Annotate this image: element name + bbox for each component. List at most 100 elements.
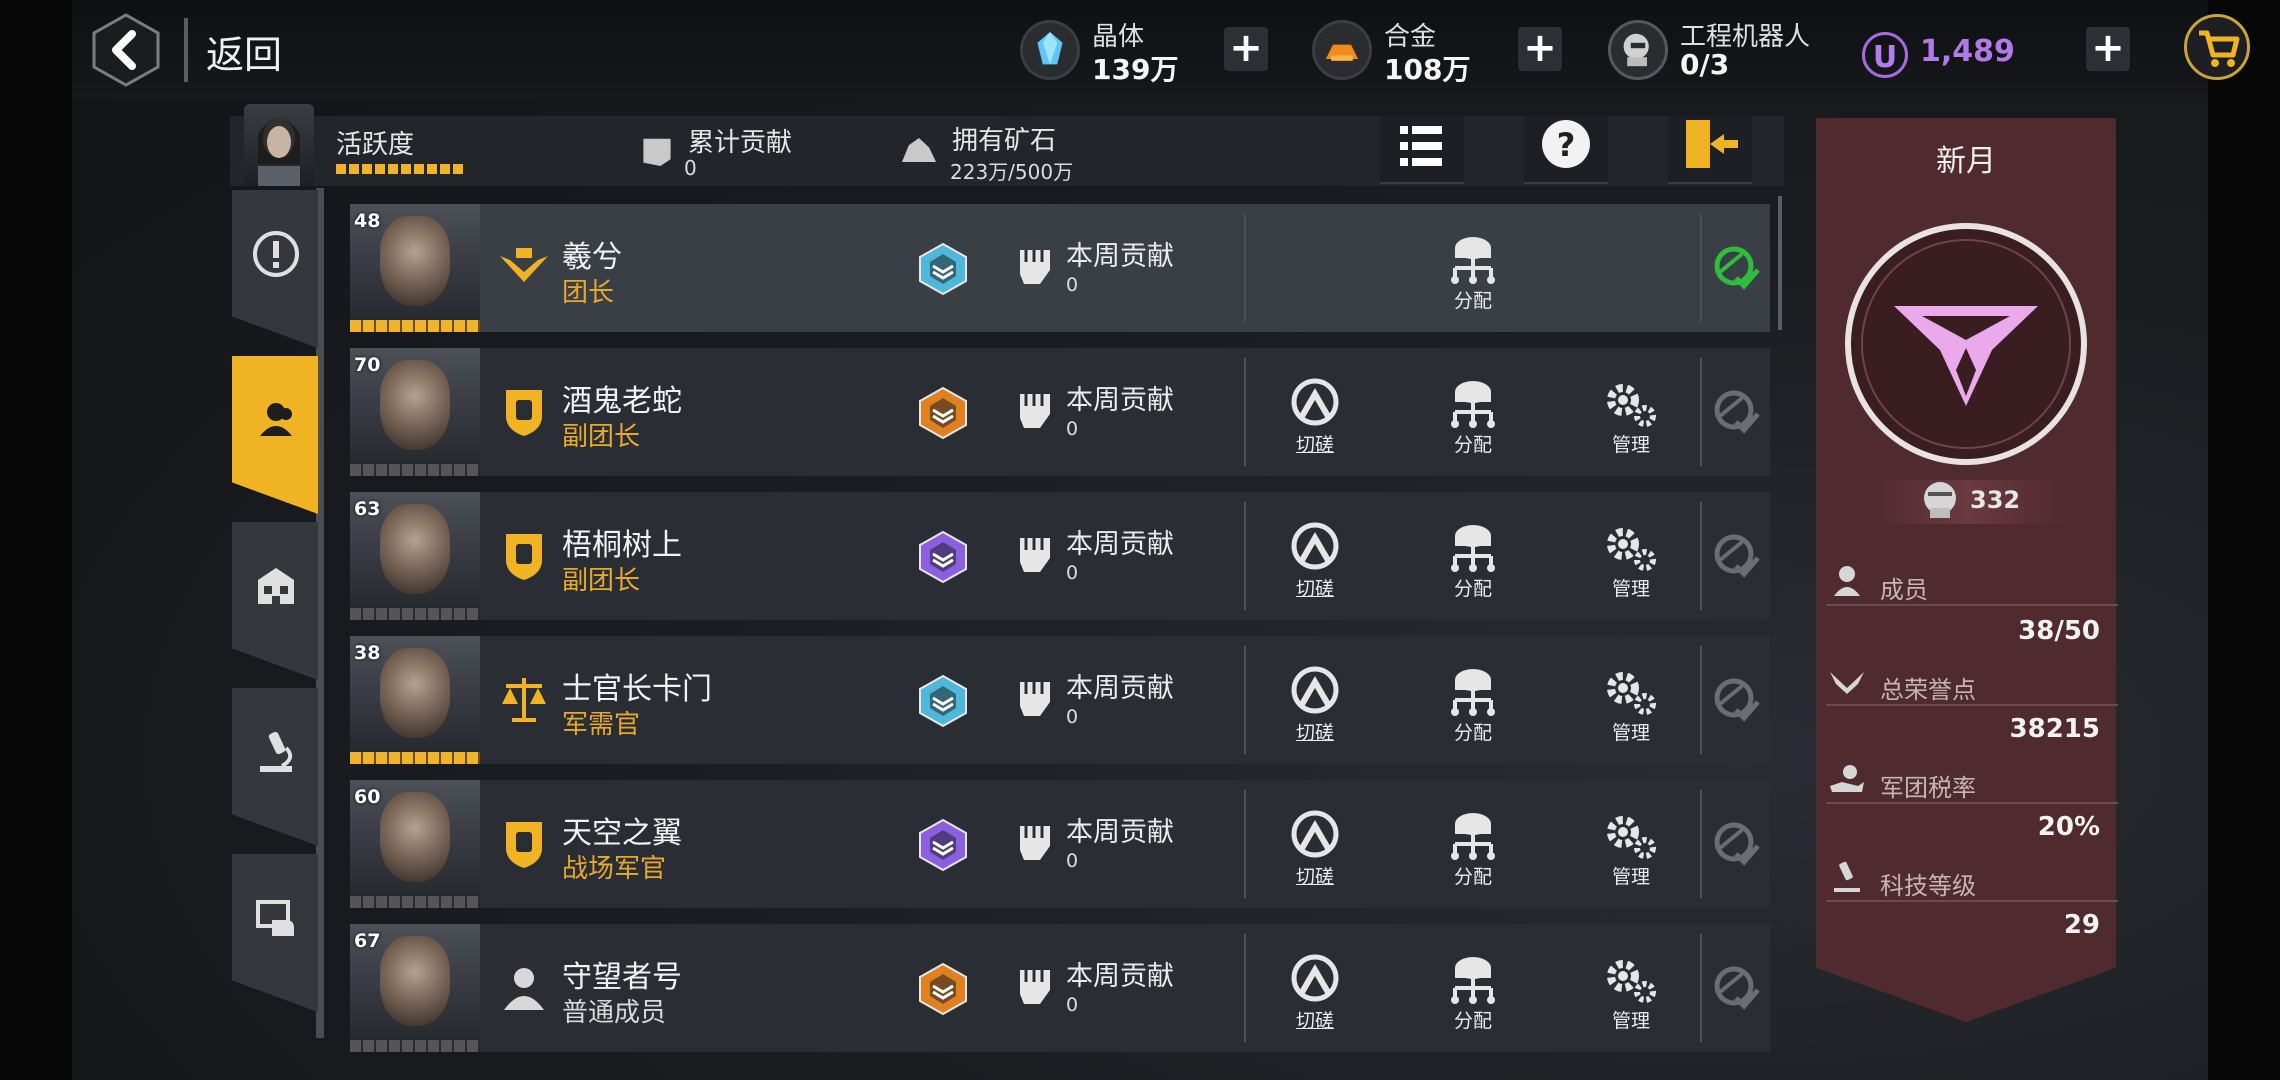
svg-text:?: ? — [1557, 126, 1576, 164]
rank-badge-icon — [919, 674, 967, 728]
legion-points-value: 332 — [1970, 486, 2021, 514]
divider — [1700, 646, 1702, 754]
member-level: 38 — [354, 642, 381, 664]
cart-icon — [2199, 30, 2240, 67]
member-portrait[interactable]: 38 — [350, 636, 480, 764]
weekly-contribution-value: 0 — [1066, 418, 1079, 440]
action-label: 切磋 — [1295, 578, 1334, 600]
member-portrait[interactable]: 48 — [350, 204, 480, 332]
premium-currency-value: 1,489 — [1920, 34, 2015, 69]
divider — [1244, 934, 1246, 1042]
legion-name: 新月 — [1936, 144, 1996, 179]
add-alloy-button[interactable]: + — [1518, 27, 1562, 71]
member-role: 普通成员 — [562, 998, 667, 1028]
back-button[interactable] — [88, 12, 164, 88]
online-status-icon — [1714, 390, 1760, 434]
resource-value: 139万 — [1092, 53, 1179, 86]
shield-star-icon — [506, 822, 542, 868]
member-level: 60 — [354, 786, 381, 808]
action-label: 分配 — [1453, 722, 1492, 744]
rank-badge-icon — [919, 818, 967, 872]
member-icon — [1828, 564, 1866, 598]
manage-button[interactable]: 管理 — [1586, 954, 1676, 1044]
divider — [1826, 604, 2118, 606]
allocate-button[interactable]: 分配 — [1428, 810, 1518, 900]
allocate-button[interactable]: 分配 — [1428, 666, 1518, 756]
portrait-face — [380, 936, 450, 1026]
spar-button[interactable]: 切磋 — [1270, 666, 1360, 756]
member-level: 48 — [354, 210, 381, 232]
action-label: 管理 — [1611, 1010, 1650, 1032]
rank-badge-icon — [919, 242, 967, 296]
help-button[interactable]: ? — [1524, 116, 1608, 184]
add-premium-button[interactable]: + — [2086, 27, 2130, 71]
stat-value: 38/50 — [2018, 616, 2100, 646]
member-level: 63 — [354, 498, 381, 520]
spar-button[interactable]: 切磋 — [1270, 378, 1360, 468]
member-name: 酒鬼老蛇 — [562, 384, 682, 419]
allocate-button[interactable]: 分配 — [1428, 234, 1518, 324]
member-portrait[interactable]: 70 — [350, 348, 480, 476]
exit-door-icon — [1686, 120, 1738, 168]
member-portrait[interactable]: 63 — [350, 492, 480, 620]
stat-label: 成员 — [1880, 576, 1928, 604]
list-view-button[interactable] — [1380, 116, 1464, 184]
manage-button[interactable]: 管理 — [1586, 378, 1676, 468]
member-level: 67 — [354, 930, 381, 952]
action-label: 分配 — [1453, 434, 1492, 456]
portrait-face — [380, 792, 450, 882]
action-label: 分配 — [1453, 866, 1492, 888]
total-contribution-label: 累计贡献 — [688, 128, 793, 158]
manage-button[interactable]: 管理 — [1586, 666, 1676, 756]
spar-button[interactable]: 切磋 — [1270, 954, 1360, 1044]
member-row[interactable]: 63 梧桐树上 副团长 本周贡献 0 切磋 分配 管理 — [350, 492, 1770, 620]
member-row[interactable]: 60 天空之翼 战场军官 本周贡献 0 切磋 分配 管理 — [350, 780, 1770, 908]
member-xp-bar — [350, 608, 480, 620]
allocate-button[interactable]: 分配 — [1428, 522, 1518, 612]
scrollbar[interactable] — [1778, 196, 1782, 330]
member-name: 梧桐树上 — [562, 528, 682, 563]
divider — [1244, 790, 1246, 898]
member-row[interactable]: 67 守望者号 普通成员 本周贡献 0 切磋 分配 管理 — [350, 924, 1770, 1052]
member-portrait[interactable]: 60 — [350, 780, 480, 908]
allocate-button[interactable]: 分配 — [1428, 378, 1518, 468]
weekly-contribution-value: 0 — [1066, 994, 1079, 1016]
exit-legion-button[interactable] — [1668, 116, 1752, 184]
member-row[interactable]: 70 酒鬼老蛇 副团长 本周贡献 0 切磋 分配 管理 — [350, 348, 1770, 476]
alert-icon — [253, 231, 299, 277]
legion-points-icon — [1924, 482, 1956, 518]
member-portrait[interactable]: 67 — [350, 924, 480, 1052]
fist-icon — [1020, 394, 1050, 428]
manage-button[interactable]: 管理 — [1586, 810, 1676, 900]
manage-button[interactable]: 管理 — [1586, 522, 1676, 612]
legion-emblem-icon — [1845, 223, 2087, 465]
divider — [184, 18, 188, 82]
stat-value: 20% — [2037, 812, 2100, 842]
fist-icon — [1020, 250, 1050, 284]
rank-badge-icon — [919, 530, 967, 584]
member-xp-bar — [350, 896, 480, 908]
member-row[interactable]: 48 羲兮 团长 本周贡献 0 分配 — [350, 204, 1770, 332]
spar-button[interactable]: 切磋 — [1270, 522, 1360, 612]
divider — [1700, 214, 1702, 322]
building-icon — [258, 568, 294, 604]
fist-icon — [1020, 970, 1050, 1004]
weekly-contribution-value: 0 — [1066, 706, 1079, 728]
member-row[interactable]: 38 士官长卡门 军需官 本周贡献 0 切磋 分配 管理 — [350, 636, 1770, 764]
add-crystal-button[interactable]: + — [1224, 27, 1268, 71]
shop-cart-button[interactable] — [2184, 14, 2250, 80]
microscope-icon — [260, 731, 293, 772]
legion-points-bar — [1870, 480, 2066, 524]
member-xp-bar — [350, 320, 480, 332]
player-avatar — [244, 104, 314, 186]
microscope-icon — [1828, 860, 1866, 894]
rank-badge-icon — [919, 962, 967, 1016]
allocate-button[interactable]: 分配 — [1428, 954, 1518, 1044]
resource-crystal: 晶体 139万 — [1020, 14, 1190, 86]
back-label[interactable]: 返回 — [206, 24, 282, 79]
spar-button[interactable]: 切磋 — [1270, 810, 1360, 900]
stat-value: 29 — [2063, 910, 2100, 940]
divider — [1826, 704, 2118, 706]
member-role: 副团长 — [562, 422, 641, 452]
portrait-face — [380, 648, 450, 738]
